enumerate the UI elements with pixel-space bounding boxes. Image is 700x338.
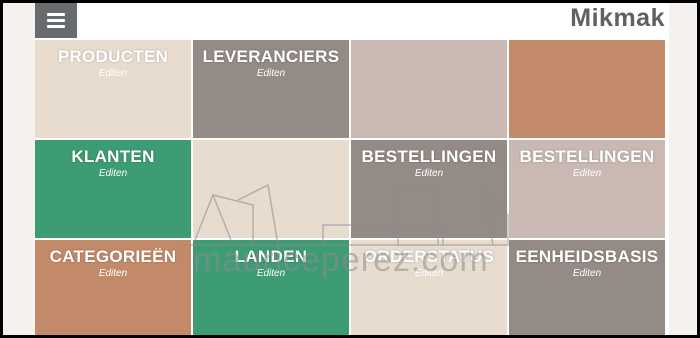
- tile-empty: [509, 40, 665, 138]
- tile-title: LEVERANCIERS: [202, 47, 340, 66]
- tile-title: ORDERSTATUS: [363, 247, 495, 266]
- tile-empty: [193, 140, 349, 238]
- tile-title: CATEGORIEËN: [49, 247, 177, 266]
- tile-landen[interactable]: LANDEN Editen: [193, 240, 349, 335]
- tile-title: LANDEN: [234, 247, 308, 266]
- tile-edit-link[interactable]: Editen: [35, 68, 191, 79]
- tile-edit-link[interactable]: Editen: [193, 68, 349, 79]
- tile-orderstatus[interactable]: ORDERSTATUS Editen: [351, 240, 507, 335]
- menu-button[interactable]: [35, 3, 77, 38]
- tile-title: BESTELLINGEN: [361, 147, 497, 166]
- tile-bestellingen[interactable]: BESTELLINGEN Editen: [351, 140, 507, 238]
- hamburger-menu-icon: [47, 13, 65, 16]
- tile-title: BESTELLINGEN: [519, 147, 655, 166]
- tile-title: PRODUCTEN: [57, 47, 169, 66]
- hamburger-menu-icon-bar: [47, 19, 65, 22]
- tile-bestellingen-2[interactable]: BESTELLINGEN Editen: [509, 140, 665, 238]
- tile-leveranciers[interactable]: LEVERANCIERS Editen: [193, 40, 349, 138]
- tile-edit-link[interactable]: Editen: [193, 268, 349, 279]
- tile-title: KLANTEN: [71, 147, 155, 166]
- tile-edit-link[interactable]: Editen: [351, 268, 507, 279]
- tile-title: EENHEIDSBASIS: [515, 247, 659, 266]
- hamburger-menu-icon-bar: [47, 25, 65, 28]
- tile-edit-link[interactable]: Editen: [35, 168, 191, 179]
- tile-edit-link[interactable]: Editen: [509, 268, 665, 279]
- tile-edit-link[interactable]: Editen: [351, 168, 507, 179]
- app-page: Mikmak PRODUCTEN Editen LEVERANCIERS Edi…: [35, 3, 669, 335]
- tile-producten[interactable]: PRODUCTEN Editen: [35, 40, 191, 138]
- tile-edit-link[interactable]: Editen: [509, 168, 665, 179]
- tile-edit-link[interactable]: Editen: [35, 268, 191, 279]
- tile-grid: PRODUCTEN Editen LEVERANCIERS Editen KLA…: [35, 40, 669, 335]
- tile-categorieen[interactable]: CATEGORIEËN Editen: [35, 240, 191, 335]
- tile-empty: [351, 40, 507, 138]
- brand-title: Mikmak: [570, 4, 665, 32]
- tile-klanten[interactable]: KLANTEN Editen: [35, 140, 191, 238]
- browser-frame: Mikmak PRODUCTEN Editen LEVERANCIERS Edi…: [3, 3, 697, 335]
- tile-eenheidsbasis[interactable]: EENHEIDSBASIS Editen: [509, 240, 665, 335]
